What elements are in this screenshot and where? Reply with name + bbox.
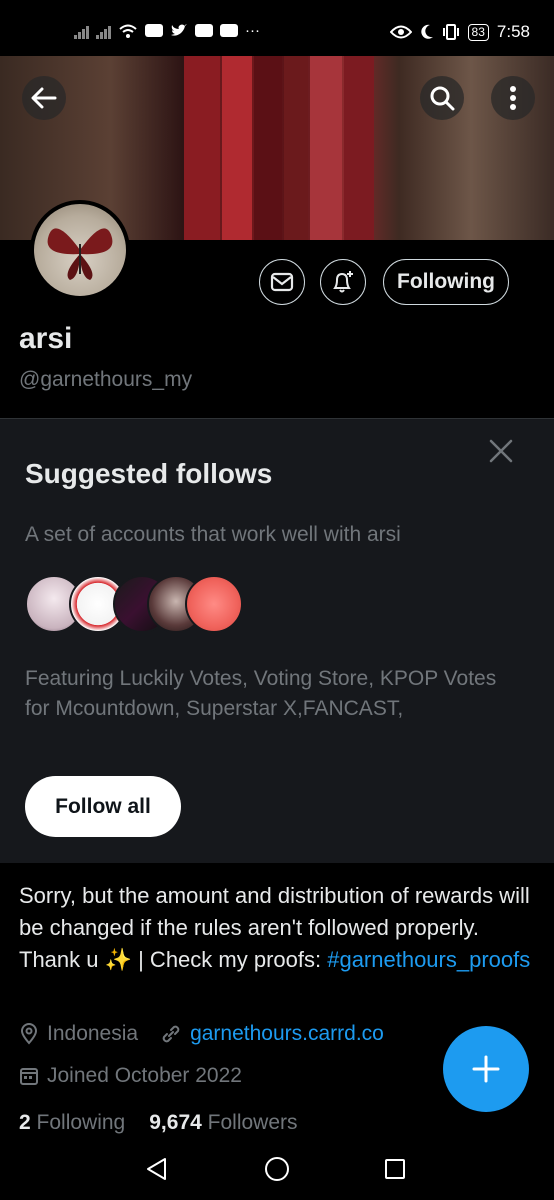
more-notifications: ··· [245, 22, 260, 39]
status-bar: ··· 83 7:58 [0, 0, 554, 56]
twitter-icon [171, 24, 187, 36]
banner-book [254, 56, 282, 240]
compose-fab-button[interactable] [443, 1026, 529, 1112]
battery-icon: 83 [467, 23, 489, 41]
suggested-avatars[interactable] [25, 575, 245, 635]
circle-home-icon [265, 1157, 289, 1181]
wifi-icon [119, 24, 137, 38]
banner-book [344, 56, 374, 240]
banner-book [184, 56, 220, 240]
butterfly-icon [47, 228, 113, 280]
vibrate-icon [442, 24, 459, 40]
nav-back-button[interactable] [142, 1154, 172, 1184]
bell-plus-icon [333, 271, 353, 293]
following-count: 2 [19, 1111, 31, 1134]
profile-stats: 2 Following 9,674 Followers [19, 1111, 298, 1135]
banner-book [222, 56, 252, 240]
suggested-subtitle: A set of accounts that work well with ar… [25, 523, 401, 546]
system-nav-bar [0, 1140, 554, 1200]
following-label: Following [36, 1111, 126, 1134]
banner-book [310, 56, 342, 240]
square-recents-icon [385, 1159, 405, 1179]
youtube-icon [145, 24, 163, 37]
profile-location: Indonesia [47, 1022, 139, 1045]
following-count-link[interactable]: 2 Following [19, 1111, 125, 1135]
bio-hashtag-link[interactable]: #garnethours_proofs [327, 947, 530, 972]
signal-icon [74, 23, 89, 39]
status-left: ··· [74, 22, 260, 39]
follow-all-button[interactable]: Follow all [25, 776, 181, 837]
profile-name: arsi [19, 322, 73, 355]
youtube-icon-2 [195, 24, 213, 37]
calendar-icon [20, 1068, 38, 1085]
following-button[interactable]: Following [383, 259, 509, 305]
profile-meta: Indonesia garnethours.carrd.co [19, 1022, 384, 1046]
close-suggested-button[interactable] [486, 436, 516, 466]
profile-joined-row: Joined October 2022 [19, 1064, 242, 1088]
profile-bio: Sorry, but the amount and distribution o… [19, 880, 539, 976]
plus-icon [472, 1055, 500, 1083]
nav-home-button[interactable] [262, 1154, 292, 1184]
more-vertical-icon [510, 86, 516, 110]
suggested-featuring: Featuring Luckily Votes, Voting Store, K… [25, 667, 497, 720]
avatar-fancast[interactable] [185, 575, 243, 633]
profile-website-link[interactable]: garnethours.carrd.co [190, 1022, 384, 1046]
followers-label: Followers [207, 1111, 298, 1134]
profile-handle: @garnethours_my [19, 368, 193, 391]
location-pin-icon [20, 1023, 38, 1045]
arrow-left-icon [31, 87, 57, 109]
profile-joined: Joined October 2022 [47, 1064, 242, 1087]
message-button[interactable] [259, 259, 305, 305]
back-button[interactable] [22, 76, 66, 120]
suggested-title: Suggested follows [25, 458, 273, 489]
triangle-back-icon [147, 1158, 166, 1180]
banner-book [284, 56, 308, 240]
envelope-icon [270, 272, 294, 292]
avatar[interactable] [30, 200, 130, 300]
search-icon [430, 86, 455, 111]
followers-count-link[interactable]: 9,674 Followers [149, 1111, 297, 1135]
notifications-button[interactable] [320, 259, 366, 305]
search-button[interactable] [420, 76, 464, 120]
youtube-icon-3 [220, 24, 238, 37]
nav-recents-button[interactable] [380, 1154, 410, 1184]
followers-count: 9,674 [149, 1111, 202, 1134]
clock: 7:58 [496, 22, 530, 41]
status-right: 83 7:58 [389, 22, 530, 42]
close-icon [489, 439, 513, 463]
signal-icon-2 [96, 23, 111, 39]
link-icon [162, 1025, 180, 1043]
more-button[interactable] [491, 76, 535, 120]
moon-icon [420, 24, 433, 39]
eye-icon [389, 25, 412, 39]
